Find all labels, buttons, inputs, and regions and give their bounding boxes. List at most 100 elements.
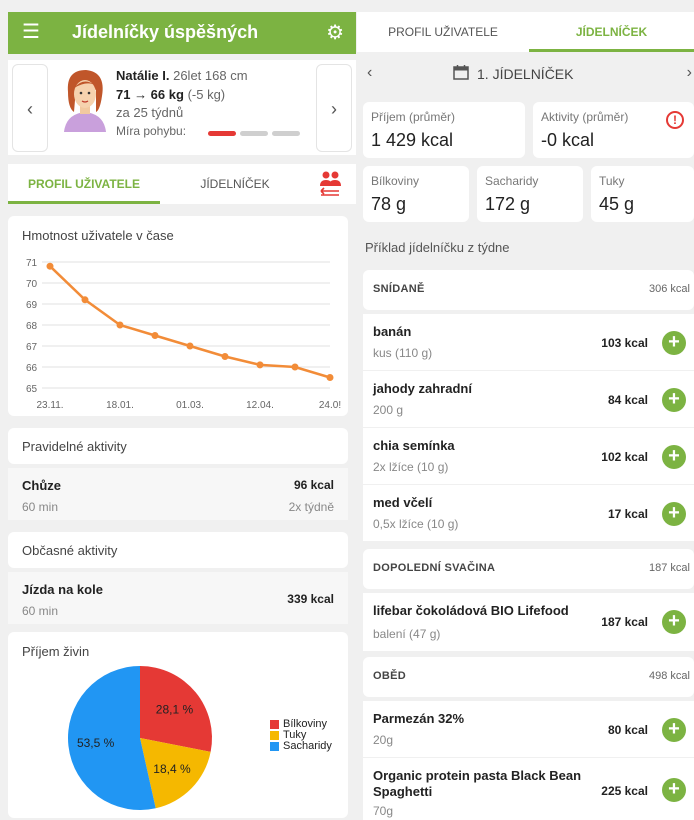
legend-label: Sacharidy <box>283 740 332 752</box>
next-profile-button[interactable]: › <box>316 64 352 152</box>
left-panel: ☰ Jídelníčky úspěšných ⚙ ‹ Natálie I. 26… <box>0 0 357 820</box>
carbs-value: 172 g <box>485 194 531 214</box>
food-item[interactable]: jahody zahradní 200 g 84 kcal + <box>363 371 694 427</box>
nutrients-title: Příjem živin <box>22 644 90 659</box>
add-food-button[interactable]: + <box>662 331 686 355</box>
menu-navigator: ‹ 1. JÍDELNÍČEK › <box>357 58 694 90</box>
x-tick-label: 23.11. <box>36 400 63 411</box>
meal-header-lunch: OBĚD 498 kcal <box>363 657 694 697</box>
fat-value: 45 g <box>599 194 635 214</box>
next-menu-button[interactable]: › <box>687 64 692 82</box>
movement-label: Míra pohybu: <box>116 124 187 138</box>
avatar <box>64 70 106 132</box>
food-quantity: 20g <box>373 733 394 747</box>
tab-profile[interactable]: PROFIL UŽIVATELE <box>357 12 529 52</box>
compare-users-icon[interactable] <box>318 170 342 198</box>
movement-level-bar <box>272 131 300 136</box>
food-kcal: 17 kcal <box>607 507 648 521</box>
food-kcal: 80 kcal <box>607 723 648 737</box>
intake-stat: Příjem (průměr) 1 429 kcal <box>363 102 525 158</box>
pie-slice-label: 28,1 % <box>156 703 194 717</box>
food-item[interactable]: chia semínka 2x lžíce (10 g) 102 kcal + <box>363 428 694 484</box>
y-tick-label: 68 <box>26 321 38 332</box>
food-name: lifebar čokoládová BIO Lifefood <box>373 603 569 618</box>
activity-avg-value: -0 kcal <box>541 130 595 150</box>
right-tabs: PROFIL UŽIVATELE JÍDELNÍČEK <box>357 12 694 52</box>
legend-swatch <box>270 730 279 740</box>
meal-kcal: 498 kcal <box>649 670 690 682</box>
weight-point <box>291 363 299 371</box>
movement-level-bar <box>240 131 268 136</box>
left-tabs: PROFIL UŽIVATELE JÍDELNÍČEK <box>8 164 356 204</box>
carbs-stat: Sacharidy 172 g <box>477 166 583 222</box>
weight-point <box>81 296 89 304</box>
add-food-button[interactable]: + <box>662 718 686 742</box>
food-kcal: 103 kcal <box>601 336 648 350</box>
fat-stat: Tuky 45 g <box>591 166 694 222</box>
hamburger-icon[interactable]: ☰ <box>22 21 40 43</box>
profile-age-height: 26let 168 cm <box>173 68 248 83</box>
example-heading: Příklad jídelníčku z týdne <box>365 240 510 255</box>
food-kcal: 225 kcal <box>601 784 648 798</box>
legend-swatch <box>270 741 279 751</box>
food-quantity: 200 g <box>373 403 404 417</box>
y-tick-label: 69 <box>26 300 38 311</box>
add-food-button[interactable]: + <box>662 778 686 802</box>
food-item[interactable]: med včelí 0,5x lžíce (10 g) 17 kcal + <box>363 485 694 541</box>
activity-stat: Aktivity (průměr) -0 kcal ! <box>533 102 694 158</box>
add-food-button[interactable]: + <box>662 445 686 469</box>
x-tick-label: 01.03. <box>176 400 204 411</box>
food-quantity: kus (110 g) <box>373 346 433 360</box>
food-item[interactable]: banán kus (110 g) 103 kcal + <box>363 314 694 370</box>
carbs-label: Sacharidy <box>485 174 539 188</box>
intake-value: 1 429 kcal <box>371 130 454 150</box>
gear-icon[interactable]: ⚙ <box>326 20 344 45</box>
pie-slice-label: 53,5 % <box>77 736 115 750</box>
profile-weight-line: 71 → 66 kg (-5 kg) <box>116 87 225 102</box>
y-tick-label: 70 <box>26 279 38 290</box>
y-tick-label: 67 <box>26 342 38 353</box>
meal-name: DOPOLEDNÍ SVAČINA <box>373 562 496 574</box>
tab-profile[interactable]: PROFIL UŽIVATELE <box>8 164 160 204</box>
food-item[interactable]: Parmezán 32% 20g 80 kcal + <box>363 701 694 757</box>
activity-row[interactable]: Chůze 96 kcal 60 min 2x týdně <box>8 468 348 520</box>
menu-label: 1. JÍDELNÍČEK <box>477 66 574 82</box>
activity-name: Chůze <box>22 478 61 493</box>
y-tick-label: 65 <box>26 384 38 395</box>
tab-menu[interactable]: JÍDELNÍČEK <box>529 12 694 52</box>
x-tick-label: 24.0! <box>319 400 341 411</box>
activity-duration: 60 min <box>22 500 59 514</box>
prev-profile-button[interactable]: ‹ <box>12 64 48 152</box>
food-name: chia semínka <box>373 438 455 453</box>
protein-value: 78 g <box>371 194 407 214</box>
regular-activities-header: Pravidelné aktivity <box>8 428 348 464</box>
profile-name-line: Natálie I. 26let 168 cm <box>116 68 248 83</box>
nutrients-card: Příjem živin 28,1 % 18,4 % 53,5 % Bílkovin… <box>8 632 348 818</box>
profile-name: Natálie I. <box>116 68 170 83</box>
prev-menu-button[interactable]: ‹ <box>367 64 372 82</box>
food-item[interactable]: Organic protein pasta Black Bean Spaghet… <box>363 758 694 820</box>
food-quantity: 0,5x lžíce (10 g) <box>373 517 459 531</box>
weight-point <box>116 321 124 329</box>
meal-name: OBĚD <box>373 670 406 682</box>
weight-point <box>221 353 229 360</box>
weight-point <box>326 374 334 381</box>
movement-level-bar <box>208 131 236 136</box>
protein-label: Bílkoviny <box>371 174 420 188</box>
food-quantity: balení (47 g) <box>373 627 441 641</box>
activity-row[interactable]: Jízda na kole 339 kcal 60 min <box>8 572 348 624</box>
meal-kcal: 306 kcal <box>649 283 690 295</box>
add-food-button[interactable]: + <box>662 610 686 634</box>
add-food-button[interactable]: + <box>662 388 686 412</box>
profile-weight: 71 → 66 kg <box>116 87 184 102</box>
food-quantity: 2x lžíce (10 g) <box>373 460 449 474</box>
weight-point <box>151 332 159 339</box>
meal-kcal: 187 kcal <box>649 562 690 574</box>
weight-chart-title: Hmotnost uživatele v čase <box>22 228 174 243</box>
tab-menu[interactable]: JÍDELNÍČEK <box>160 164 310 204</box>
add-food-button[interactable]: + <box>662 502 686 526</box>
warning-icon[interactable]: ! <box>666 111 684 129</box>
x-tick-label: 18.01. <box>106 400 134 411</box>
food-item[interactable]: lifebar čokoládová BIO Lifefood balení (… <box>363 593 694 651</box>
food-name: med včelí <box>373 495 433 510</box>
